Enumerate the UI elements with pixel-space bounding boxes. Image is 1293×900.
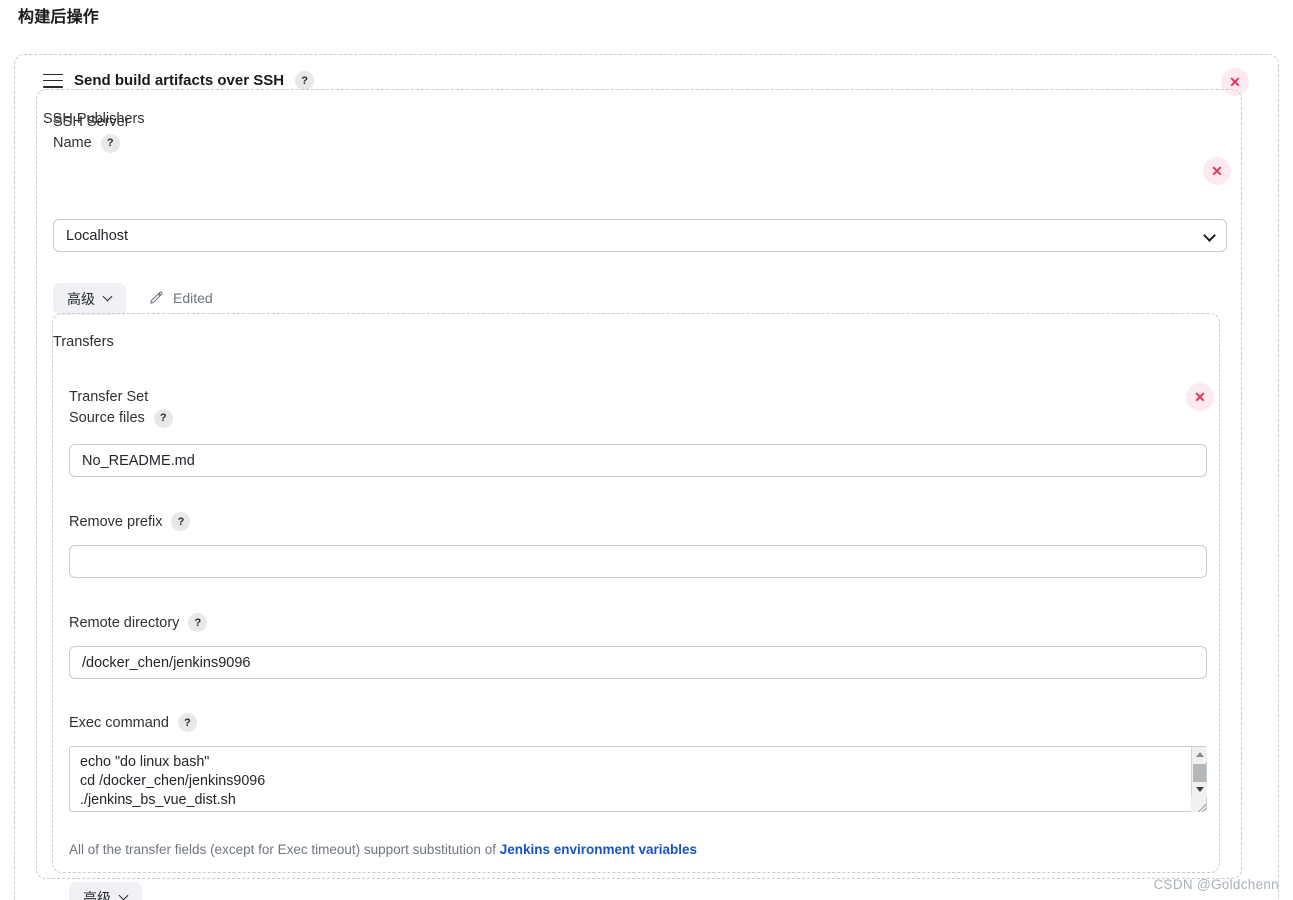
- transfer-fields-note: All of the transfer fields (except for E…: [69, 842, 697, 857]
- remote-directory-input[interactable]: [69, 646, 1207, 679]
- help-icon-exec-command[interactable]: ?: [177, 713, 197, 732]
- help-icon-source-files[interactable]: ?: [153, 409, 173, 428]
- page-title: 构建后操作: [18, 9, 100, 26]
- exec-command-label: Exec command: [69, 714, 169, 731]
- remove-prefix-input[interactable]: [69, 545, 1207, 578]
- step-title: Send build artifacts over SSH: [74, 72, 285, 89]
- drag-handle-icon[interactable]: [43, 73, 63, 88]
- source-files-input[interactable]: [69, 444, 1207, 477]
- pencil-icon: [150, 291, 163, 304]
- delete-transfer-set-button[interactable]: ✕: [1186, 383, 1214, 411]
- source-files-label-group: Transfer Set Source files ?: [69, 387, 173, 429]
- help-icon-ssh-server-name[interactable]: ?: [100, 134, 120, 153]
- exec-command-textarea[interactable]: echo "do linux bash" cd /docker_chen/jen…: [69, 746, 1207, 812]
- source-files-label: Source files: [69, 410, 145, 426]
- exec-command-label-group: Exec command ?: [69, 713, 197, 732]
- remote-directory-label: Remote directory: [69, 614, 180, 631]
- ssh-server-label-line1: SSH Server: [53, 114, 130, 130]
- jenkins-env-vars-link[interactable]: Jenkins environment variables: [500, 842, 697, 857]
- ssh-server-advanced-label: 高级: [67, 291, 95, 307]
- remove-prefix-label-group: Remove prefix ?: [69, 512, 191, 531]
- edited-label: Edited: [173, 290, 213, 306]
- ssh-server-advanced-button[interactable]: 高级: [53, 283, 126, 315]
- help-icon-step[interactable]: ?: [295, 71, 315, 90]
- delete-ssh-publisher-button[interactable]: ✕: [1203, 157, 1231, 185]
- chevron-down-icon: [120, 892, 128, 900]
- remote-directory-label-group: Remote directory ?: [69, 613, 208, 632]
- help-icon-remote-directory[interactable]: ?: [188, 613, 208, 632]
- ssh-server-name-label: SSH Server Name ?: [53, 112, 130, 154]
- exec-command-scrollbar[interactable]: [1191, 747, 1207, 797]
- transfer-set-advanced-button[interactable]: 高级: [69, 882, 142, 900]
- ssh-server-label-line2: Name: [53, 135, 92, 151]
- scroll-up-arrow-icon[interactable]: [1192, 747, 1207, 762]
- step-header: Send build artifacts over SSH ?: [43, 71, 315, 90]
- scroll-down-arrow-icon[interactable]: [1192, 782, 1207, 797]
- jenkins-post-build-page: 构建后操作 Send build artifacts over SSH ? ✕ …: [0, 0, 1293, 900]
- transfer-set-block: ✕ Transfer Set Source files ? Remove pre…: [52, 313, 1220, 900]
- note-text: All of the transfer fields (except for E…: [69, 842, 500, 857]
- remove-prefix-label: Remove prefix: [69, 513, 163, 530]
- edited-marker: Edited: [149, 290, 213, 306]
- help-icon-remove-prefix[interactable]: ?: [171, 512, 191, 531]
- textarea-resize-grip[interactable]: [1191, 797, 1206, 812]
- transfer-set-title: Transfer Set: [69, 389, 149, 405]
- chevron-down-icon: [104, 293, 112, 301]
- watermark: CSDN @Goldchenn: [1153, 877, 1279, 892]
- ssh-server-name-select[interactable]: Localhost: [53, 219, 1227, 252]
- transfer-set-advanced-label: 高级: [83, 890, 111, 900]
